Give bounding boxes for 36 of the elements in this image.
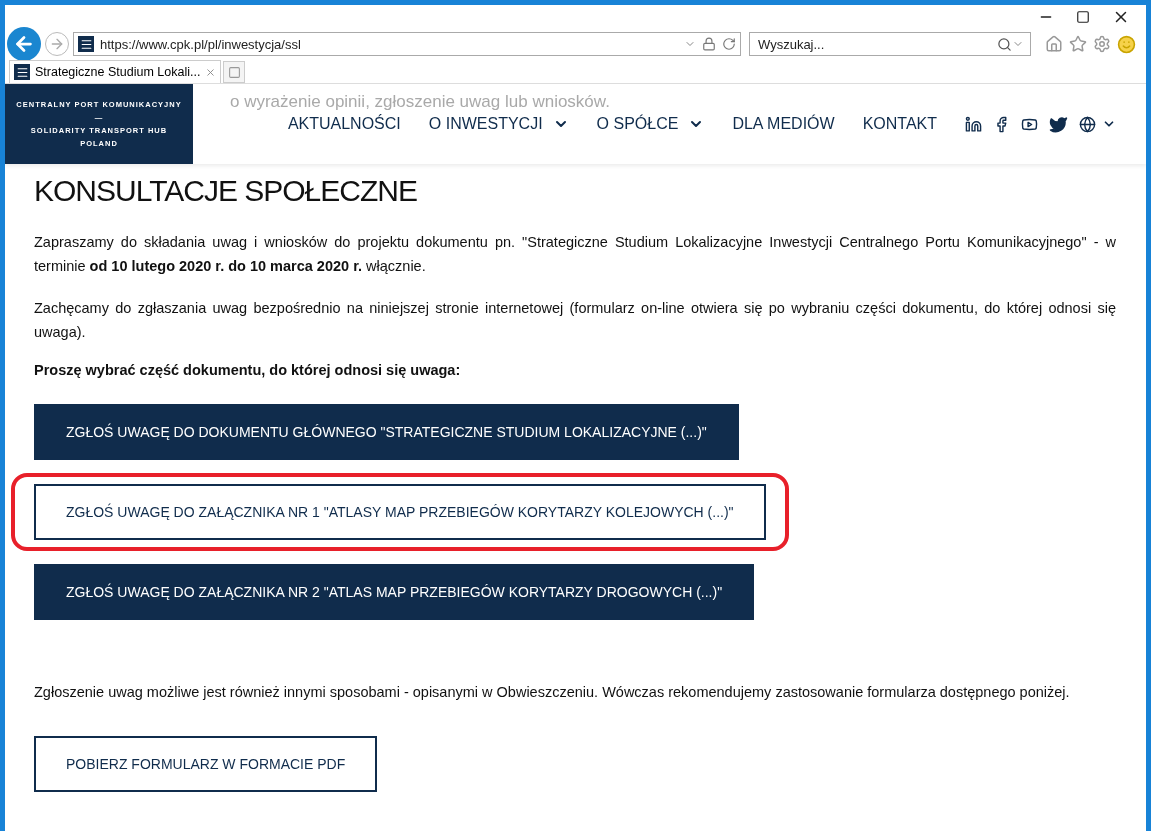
new-tab-button[interactable] bbox=[223, 61, 246, 83]
globe-icon bbox=[1079, 115, 1096, 133]
home-icon[interactable] bbox=[1045, 34, 1063, 53]
submit-remark-button[interactable]: ZGŁOŚ UWAGĘ DO ZAŁĄCZNIKA NR 2 "ATLAS MAP PRZEBIEGÓW KORYTARZY DROGOWYCH (...)" bbox=[34, 564, 755, 620]
nav-link[interactable]: KONTAKT bbox=[862, 115, 937, 133]
paragraph: Zachęcamy do zgłaszania uwag bezpośrednio na niniejszej stronie internetowej (formularz on-line otwiera się po wybraniu części dokumentu, do której odnosi się uwaga). bbox=[34, 299, 1116, 342]
browser-tab[interactable]: Strategiczne Studium Lokali... bbox=[9, 60, 222, 83]
paragraph: Zgłoszenie uwag możliwe jest również innymi sposobami - opisanymi w Obwieszczeniu. Wówczas rekomendujemy zastosowanie formularza dostępnego poniżej. bbox=[34, 683, 1071, 702]
linkedin-icon[interactable] bbox=[965, 115, 982, 133]
faded-text: o wyrażenie opinii, zgłoszenie uwag lub wniosków. bbox=[230, 92, 610, 112]
submit-remark-button[interactable]: ZGŁOŚ UWAGĘ DO DOKUMENTU GŁÓWNEGO "STRATEGICZNE STUDIUM LOKALIZACYJNE (...)" bbox=[34, 404, 739, 460]
back-button[interactable] bbox=[7, 27, 41, 61]
lock-icon bbox=[702, 37, 716, 51]
search-field[interactable]: Wyszukaj... bbox=[749, 32, 1031, 56]
prompt-text: Proszę wybrać część dokumentu, do której odnosi się uwaga: bbox=[34, 362, 462, 378]
close-tab-icon[interactable] bbox=[205, 66, 217, 78]
address-bar[interactable]: https://www.cpk.pl/pl/inwestycja/ssl bbox=[73, 32, 741, 56]
submit-remark-button[interactable]: ZGŁOŚ UWAGĘ DO ZAŁĄCZNIKA NR 1 "ATLASY MAP PRZEBIEGÓW KORYTARZY KOLEJOWYCH (...)" bbox=[34, 484, 766, 540]
twitter-icon[interactable] bbox=[1049, 114, 1068, 134]
star-icon[interactable] bbox=[1069, 34, 1087, 53]
site-icon bbox=[14, 64, 30, 80]
nav-link[interactable]: AKTUALNOŚCI bbox=[287, 115, 401, 133]
settings-icon[interactable] bbox=[1093, 34, 1111, 53]
page-icon bbox=[227, 65, 241, 79]
nav-link[interactable]: O INWESTYCJI bbox=[428, 115, 569, 133]
nav-link[interactable]: O SPÓŁCE bbox=[596, 115, 705, 133]
site-icon bbox=[78, 36, 94, 52]
maximize-icon[interactable] bbox=[1076, 10, 1090, 24]
arrow-right-icon bbox=[49, 36, 65, 52]
language-selector[interactable] bbox=[1079, 115, 1116, 133]
paragraph: Zapraszamy do składania uwag i wniosków do projektu dokumentu pn. "Strategiczne Studium Lokalizacyjne Inwestycji Centralnego Portu Komunikacyjnego" - w terminie od 10 lutego 2020 r. do 10 marca 2020 r. włącznie. bbox=[34, 233, 1116, 276]
download-button[interactable]: POBIERZ FORMULARZ W FORMACIE PDF bbox=[34, 736, 378, 792]
search-icon[interactable] bbox=[997, 36, 1012, 52]
refresh-icon[interactable] bbox=[722, 37, 736, 51]
page-title: KONSULTACJE SPOŁECZNE bbox=[34, 174, 418, 208]
nav-link[interactable]: DLA MEDIÓW bbox=[732, 115, 835, 133]
